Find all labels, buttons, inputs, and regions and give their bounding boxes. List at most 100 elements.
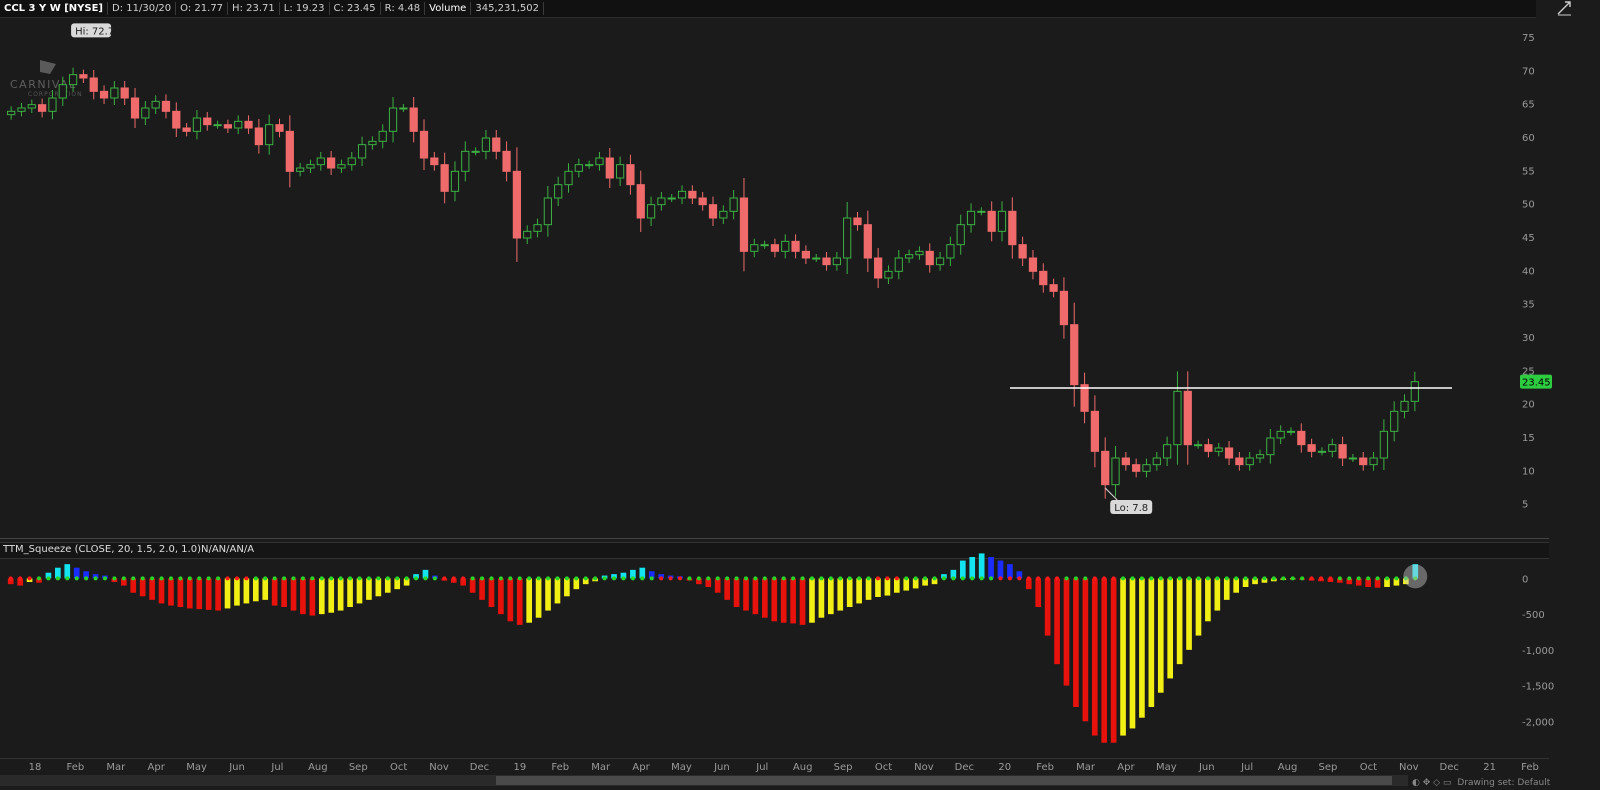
horizontal-scrollbar[interactable] [0,775,1408,786]
price-axis-tick: 75 [1522,33,1535,44]
candle-body [729,197,738,212]
squeeze-bar [300,578,306,615]
candle-body [388,107,398,132]
price-axis-tick: 55 [1522,166,1535,177]
date-axis-tick: Jun [1198,762,1215,773]
squeeze-bar [1044,578,1051,636]
drawing-tools-icon[interactable]: ◐ ✥ ◇ ▭ [1412,778,1451,788]
expand-chart-icon[interactable] [1556,0,1572,16]
squeeze-dot [612,576,617,581]
squeeze-dot [1271,576,1276,581]
candle-body [574,164,583,172]
volume-label: Volume [425,2,472,15]
candle-body [89,77,98,92]
squeeze-bar [1214,578,1221,611]
squeeze-bar [130,578,137,593]
study-title: TTM_Squeeze (CLOSE, 20, 1.5, 2.0, 1.0)N/… [3,544,255,555]
squeeze-bar [969,557,976,579]
squeeze-bar [554,578,561,604]
squeeze-bar [1063,578,1070,686]
squeeze-dot [527,576,532,581]
squeeze-dot [762,576,767,581]
squeeze-bar [818,578,825,618]
squeeze-dot [1149,576,1154,581]
squeeze-dot [659,576,664,581]
squeeze-dot [36,576,41,581]
squeeze-bar [281,578,287,607]
candle-body [904,254,914,259]
squeeze-bar [290,578,297,611]
squeeze-bar [743,578,749,611]
date-axis-tick: Jul [1240,762,1253,773]
squeeze-dot [65,576,70,581]
candle-body [213,124,222,127]
candle-body [1193,444,1203,447]
candle-body [750,244,759,252]
candle-body [1338,444,1347,459]
date-axis-tick: Mar [1076,762,1096,773]
price-axis-tick: 5 [1522,500,1528,511]
squeeze-dot [1139,576,1144,581]
squeeze-bar [1120,578,1126,736]
squeeze-bar [507,578,514,622]
squeeze-dot [432,576,437,581]
squeeze-dot [970,576,975,581]
squeeze-bar [149,578,155,600]
squeeze-dot [640,576,645,581]
squeeze-dot [168,576,173,581]
candle-body [688,190,697,199]
squeeze-bar [988,557,994,579]
date-axis-tick: Nov [429,762,449,773]
squeeze-bar [828,578,834,615]
candle-body [161,100,171,112]
date-axis-tick: Sep [1319,762,1338,773]
squeeze-dot [1337,576,1342,581]
squeeze-bar [205,578,212,610]
squeeze-axis-tick: -500 [1522,610,1545,621]
candle-body [564,170,573,186]
price-chart-pane[interactable]: CARNIVAL CORPORATION 5 10 15 20 25 30 35 40 45 50… [0,18,1552,539]
squeeze-bar [196,578,203,610]
squeeze-dot [1083,576,1088,581]
candle-body [151,100,160,109]
squeeze-dot [1281,576,1286,581]
squeeze-dot [150,576,155,581]
squeeze-dot [979,576,984,581]
squeeze-bar [158,578,165,604]
squeeze-dot [546,576,551,581]
candle-body [481,137,491,152]
squeeze-bar [733,578,740,607]
squeeze-dot [1017,576,1022,581]
squeeze-dot [875,576,880,581]
squeeze-bar [893,578,900,593]
squeeze-bar [809,578,815,623]
squeeze-axis-tick: -2,000 [1522,717,1554,728]
squeeze-bar [366,578,372,600]
candle-body [68,74,78,86]
range-readout: R: 4.48 [381,2,426,15]
squeeze-dot [687,576,692,581]
low-readout: L: 19.23 [280,2,330,15]
squeeze-dot [414,576,419,581]
squeeze-indicator-pane[interactable]: 0 -500 -1,000 -1,500 -2,000 [0,553,1554,757]
squeeze-dot [1111,576,1116,581]
symbol-label[interactable]: CCL 3 Y W [NYSE] [0,2,108,15]
candle-body [915,250,924,256]
squeeze-dot [1130,576,1135,581]
squeeze-dot [1187,576,1192,581]
drawing-set-label[interactable]: Drawing set: Default [1457,778,1550,788]
squeeze-dot [838,576,843,581]
squeeze-bar [488,578,495,607]
candle-body [585,164,594,167]
date-axis-tick: May [671,762,692,773]
squeeze-dot [178,576,183,581]
squeeze-bar [224,578,231,609]
squeeze-dot [536,576,541,581]
candle-body [1369,457,1378,466]
squeeze-dot [8,576,13,581]
squeeze-dot [338,576,343,581]
scrollbar-thumb[interactable] [496,776,1392,785]
squeeze-dot [960,576,965,581]
candle-body [1410,381,1419,402]
date-axis-tick: Sep [349,762,368,773]
